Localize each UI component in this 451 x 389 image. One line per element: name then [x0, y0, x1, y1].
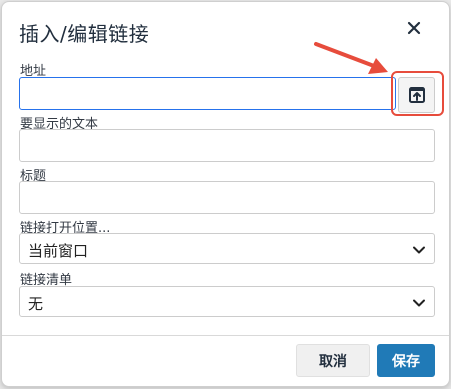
dialog-footer: 取消 保存 [2, 335, 449, 386]
title-input[interactable] [19, 181, 435, 214]
annotation-arrow-icon [314, 42, 388, 74]
cancel-button[interactable]: 取消 [296, 344, 370, 377]
save-button[interactable]: 保存 [377, 344, 435, 377]
link-list-value: 无 [28, 295, 44, 313]
chevron-down-icon [413, 299, 425, 307]
close-icon[interactable] [402, 16, 426, 40]
chevron-down-icon [413, 246, 425, 254]
text-to-display-input[interactable] [19, 129, 435, 162]
open-link-in-value: 当前窗口 [28, 242, 89, 260]
link-list-select[interactable]: 无 [19, 286, 435, 317]
open-link-in-select[interactable]: 当前窗口 [19, 233, 435, 264]
url-input[interactable] [19, 77, 396, 110]
dialog-title: 插入/编辑链接 [19, 22, 150, 46]
